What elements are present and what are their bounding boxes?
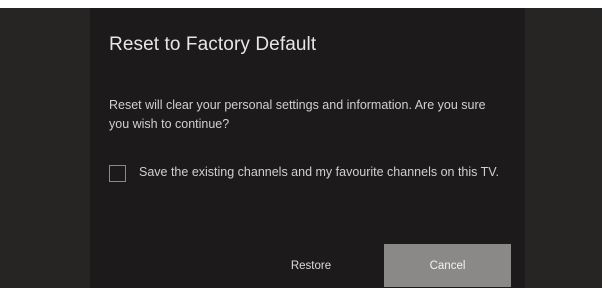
restore-button[interactable]: Restore — [257, 244, 365, 287]
save-channels-label: Save the existing channels and my favour… — [139, 165, 499, 179]
frame-bottom-border — [0, 288, 602, 296]
cancel-button[interactable]: Cancel — [384, 244, 511, 287]
save-channels-checkbox[interactable] — [109, 165, 126, 182]
reset-dialog: Reset to Factory Default Reset will clea… — [90, 8, 525, 288]
tv-screen: Reset to Factory Default Reset will clea… — [0, 0, 602, 296]
save-channels-option[interactable]: Save the existing channels and my favour… — [109, 161, 509, 206]
dialog-message: Reset will clear your personal settings … — [109, 98, 486, 131]
frame-top-border — [0, 0, 602, 8]
dialog-title: Reset to Factory Default — [109, 34, 317, 55]
